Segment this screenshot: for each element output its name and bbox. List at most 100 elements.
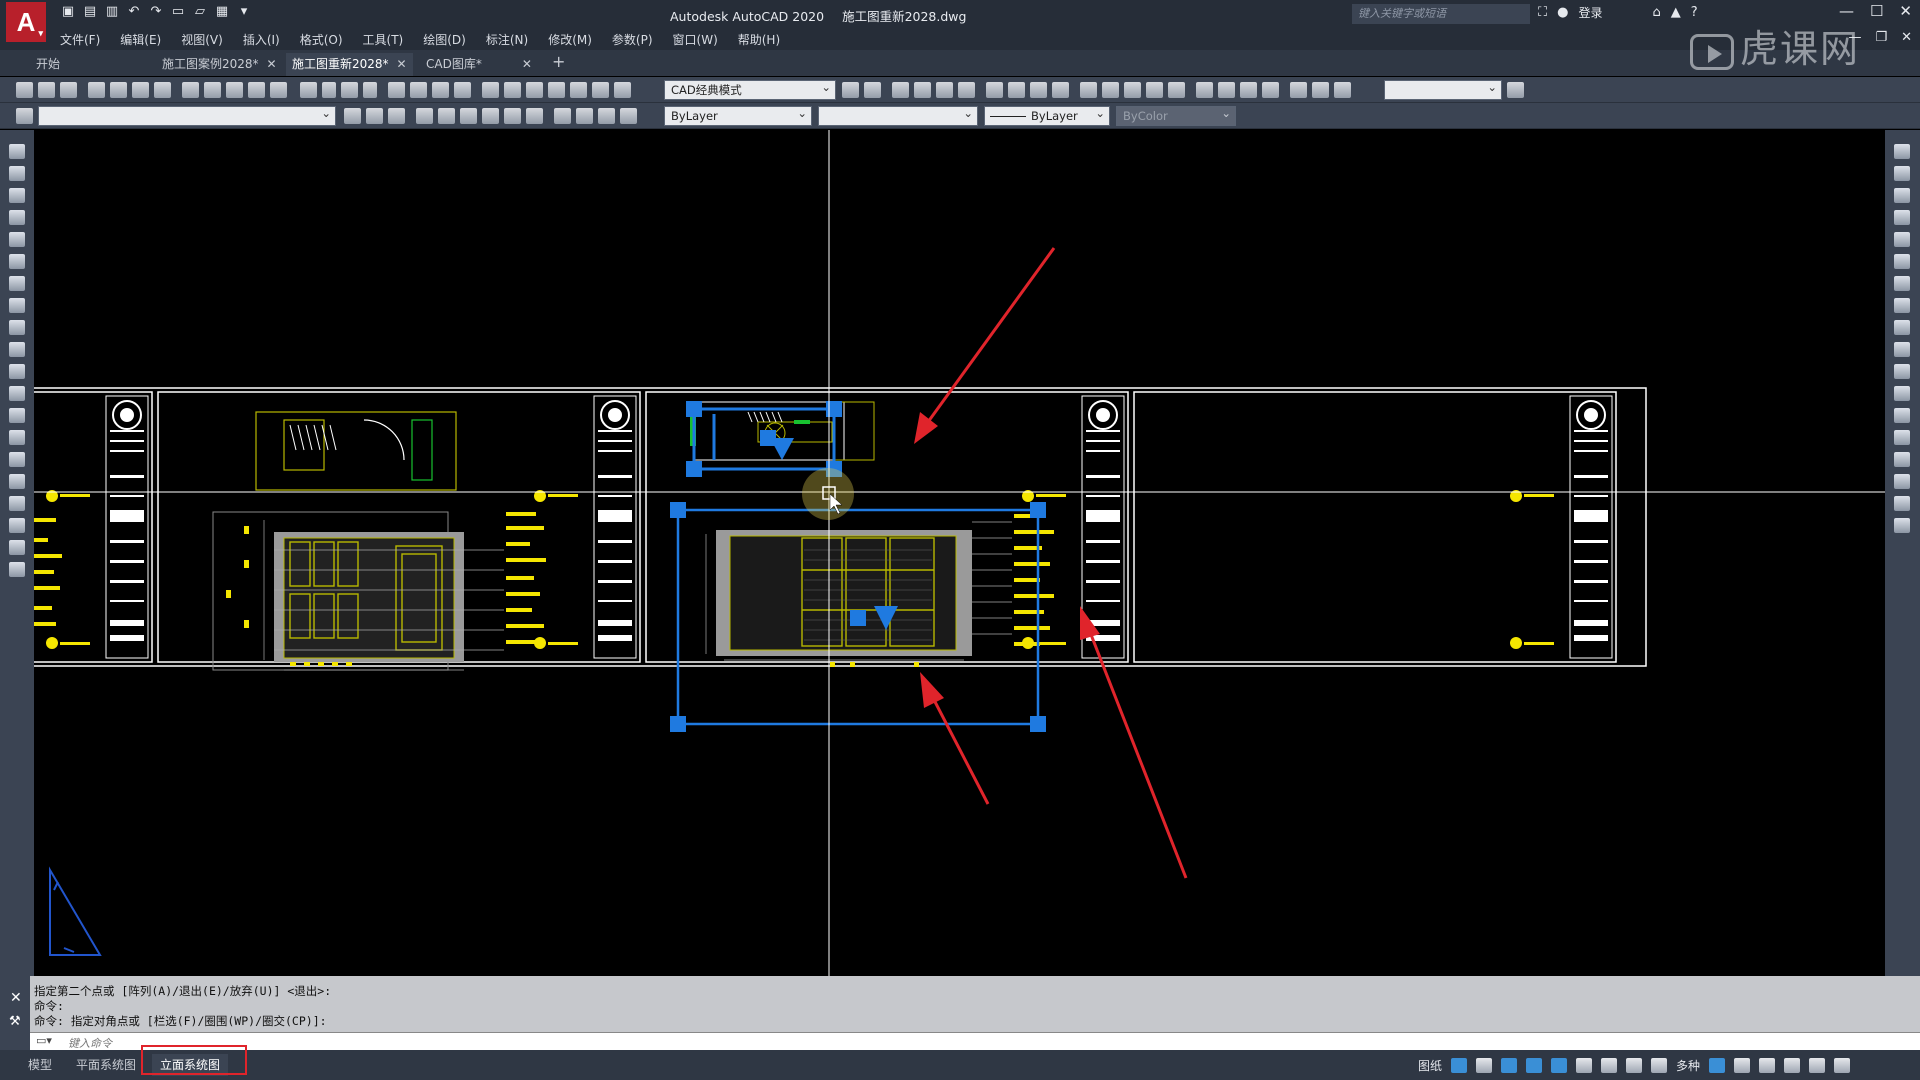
break-object-icon[interactable] — [1894, 408, 1910, 423]
ellipse-arc-icon[interactable] — [9, 364, 25, 379]
array-icon[interactable] — [1894, 232, 1910, 247]
workspace-switch-icon[interactable] — [1734, 1058, 1751, 1073]
paste-icon[interactable] — [226, 82, 243, 98]
move-icon[interactable] — [1894, 254, 1910, 269]
break-at-point-icon[interactable] — [1894, 386, 1910, 401]
menu-window[interactable]: 窗口(W) — [673, 31, 718, 48]
workspace-settings-icon[interactable] — [842, 82, 859, 98]
menu-draw[interactable]: 绘图(D) — [423, 31, 466, 48]
spline-icon[interactable] — [9, 320, 25, 335]
jogged-icon[interactable] — [1008, 82, 1025, 98]
menu-format[interactable]: 格式(O) — [300, 31, 343, 48]
erase-icon[interactable] — [1894, 144, 1910, 159]
blend-icon[interactable] — [1894, 496, 1910, 511]
menu-dimension[interactable]: 标注(N) — [486, 31, 528, 48]
dim-style-manager-icon[interactable] — [1507, 82, 1524, 98]
tab-cad-library[interactable]: CAD图库* ✕ — [420, 53, 538, 76]
tab-model[interactable]: 模型 — [20, 1054, 60, 1076]
customization-icon[interactable] — [1834, 1058, 1851, 1073]
chamfer-icon[interactable] — [1894, 452, 1910, 467]
ellipse-icon[interactable] — [9, 342, 25, 357]
cart-icon[interactable]: ⌂ — [1652, 5, 1660, 20]
qnew-icon[interactable] — [16, 82, 33, 98]
plot-icon[interactable] — [88, 82, 105, 98]
autodesk-app-icon[interactable]: ⛶ — [1538, 5, 1547, 20]
tab-redo-2028[interactable]: 施工图重新2028* ✕ — [286, 53, 413, 76]
print-icon[interactable]: ▥ — [104, 4, 120, 20]
explode-icon[interactable] — [1894, 518, 1910, 533]
menu-edit[interactable]: 编辑(E) — [120, 31, 161, 48]
linetype-select[interactable] — [818, 104, 978, 126]
design-center-icon[interactable] — [504, 82, 521, 98]
aligned-dim-icon[interactable] — [914, 82, 931, 98]
tab-case-2028[interactable]: 施工图案例2028* ✕ — [156, 53, 283, 76]
exchange-icon[interactable]: ▲ — [1671, 5, 1681, 20]
block-editor-icon[interactable] — [270, 82, 287, 98]
scale-icon[interactable] — [1894, 298, 1910, 313]
copy-object-icon[interactable] — [1894, 166, 1910, 181]
ortho-icon[interactable] — [1476, 1058, 1493, 1073]
table-icon[interactable] — [9, 518, 25, 533]
close-icon[interactable]: ✕ — [397, 57, 407, 71]
extend-icon[interactable] — [1894, 364, 1910, 379]
layer-copy-icon[interactable] — [620, 108, 637, 124]
user-icon[interactable]: ● — [1557, 5, 1568, 20]
fullscreen-icon[interactable] — [1809, 1058, 1826, 1073]
folder-icon[interactable]: ▱ — [192, 4, 208, 20]
login-button[interactable]: 登录 — [1578, 4, 1602, 21]
layer-off-icon[interactable] — [460, 108, 477, 124]
revcloud-icon[interactable] — [9, 298, 25, 313]
layer-properties-icon[interactable] — [16, 108, 33, 124]
zoom-previous-icon[interactable] — [454, 82, 471, 98]
color-select[interactable]: ByLayer — [664, 104, 812, 126]
new-icon[interactable]: ▤ — [82, 4, 98, 20]
menu-help[interactable]: 帮助(H) — [738, 31, 780, 48]
redo-icon[interactable] — [341, 82, 358, 98]
sheet-set-icon[interactable] — [548, 82, 565, 98]
dim-update-icon[interactable] — [1334, 82, 1351, 98]
layer-delete-icon[interactable] — [598, 108, 615, 124]
app-menu-button[interactable]: A ▾ — [6, 2, 46, 42]
customize-dropdown-icon[interactable]: ▾ — [236, 4, 252, 20]
new-tab-icon[interactable]: + — [552, 52, 565, 71]
join-icon[interactable] — [1894, 430, 1910, 445]
selection-cycling-icon[interactable] — [1601, 1058, 1618, 1073]
workspace-save-icon[interactable] — [864, 82, 881, 98]
layer-lock-icon[interactable] — [504, 108, 521, 124]
polyline-icon[interactable] — [9, 188, 25, 203]
menu-modify[interactable]: 修改(M) — [548, 31, 592, 48]
layer-match-icon[interactable] — [526, 108, 543, 124]
space-icon[interactable] — [1146, 82, 1163, 98]
quick-properties-icon[interactable] — [1759, 1058, 1776, 1073]
isolate-objects-icon[interactable] — [1784, 1058, 1801, 1073]
polygon-icon[interactable] — [9, 210, 25, 225]
tab-plan-system[interactable]: 平面系统图 — [68, 1054, 144, 1076]
arc-icon[interactable] — [9, 254, 25, 269]
add-selected-icon[interactable] — [9, 562, 25, 577]
rectangle-icon[interactable] — [9, 232, 25, 247]
radius-icon[interactable] — [986, 82, 1003, 98]
open-icon[interactable] — [38, 82, 55, 98]
linear-dim-icon[interactable] — [892, 82, 909, 98]
point-icon[interactable] — [9, 430, 25, 445]
trim-icon[interactable] — [1894, 342, 1910, 357]
diameter-icon[interactable] — [1030, 82, 1047, 98]
doc-restore-icon[interactable]: ❐ — [1875, 30, 1887, 45]
menu-parameter[interactable]: 参数(P) — [612, 31, 653, 48]
quick-dim-icon[interactable] — [1080, 82, 1097, 98]
maximize-icon[interactable]: ☐ — [1870, 2, 1883, 20]
annotation-monitor-icon[interactable] — [1626, 1058, 1643, 1073]
command-input[interactable]: ▭▾ 键入命令 — [30, 1032, 1920, 1050]
layer-walk-icon[interactable] — [576, 108, 593, 124]
arc-length-icon[interactable] — [936, 82, 953, 98]
inspection-icon[interactable] — [1240, 82, 1257, 98]
search-input[interactable]: 键入关键字或短语 — [1352, 4, 1530, 24]
rotate-icon[interactable] — [1894, 276, 1910, 291]
layer-previous-icon[interactable] — [366, 108, 383, 124]
close-icon[interactable]: ✕ — [1899, 2, 1912, 20]
annotation-scale-value[interactable]: 多种 — [1676, 1057, 1700, 1074]
object-snap-icon[interactable] — [1551, 1058, 1568, 1073]
close-command-icon[interactable]: ✕ — [10, 990, 22, 1006]
close-icon[interactable]: ✕ — [522, 57, 532, 71]
polar-icon[interactable] — [1501, 1058, 1518, 1073]
